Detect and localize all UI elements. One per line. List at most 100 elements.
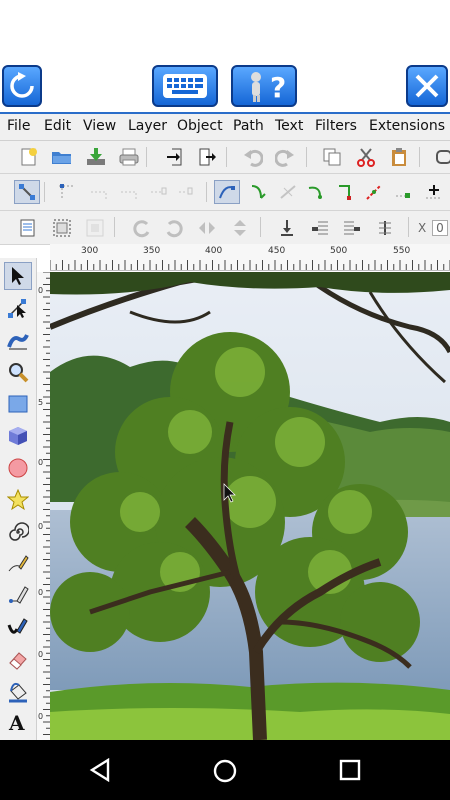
- stroke-to-path-icon[interactable]: [423, 181, 445, 203]
- select-all-layers-icon[interactable]: [51, 217, 73, 239]
- print-icon[interactable]: [118, 146, 140, 168]
- home-icon[interactable]: [212, 758, 238, 784]
- ruler-label: 0: [38, 458, 44, 467]
- drawing-canvas[interactable]: [50, 272, 450, 740]
- node-tool-icon[interactable]: [4, 294, 32, 322]
- lower-icon[interactable]: [309, 217, 331, 239]
- recents-icon[interactable]: [338, 758, 362, 782]
- ruler-label: 5: [38, 398, 44, 407]
- toolbar-separator: [146, 147, 147, 167]
- rectangle-tool-icon[interactable]: [4, 390, 32, 418]
- break-path-icon[interactable]: [148, 181, 170, 203]
- flip-horizontal-icon[interactable]: [196, 217, 218, 239]
- cut-icon[interactable]: [355, 146, 377, 168]
- node-cusp-icon[interactable]: [214, 180, 240, 204]
- x-value: 0: [432, 220, 448, 236]
- join-segment-icon[interactable]: [176, 181, 198, 203]
- toolbar-separator: [408, 217, 409, 237]
- ruler-label: 500: [330, 246, 348, 256]
- 3d-box-tool-icon[interactable]: [4, 422, 32, 450]
- eraser-tool-icon[interactable]: [4, 646, 32, 674]
- ellipse-tool-icon[interactable]: [4, 454, 32, 482]
- calligraphy-tool-icon[interactable]: [4, 614, 32, 642]
- vertical-ruler: 0 5 0 0 0 0 0: [37, 272, 51, 740]
- menu-bar: File Edit View Layer Object Path Text Fi…: [0, 114, 450, 141]
- zoom-fit-icon[interactable]: [432, 146, 450, 168]
- close-button[interactable]: [406, 65, 448, 107]
- navigation-bar: [0, 740, 450, 800]
- menu-object[interactable]: Object: [177, 118, 223, 134]
- tree-lake-image: [50, 272, 450, 740]
- join-nodes-icon[interactable]: [118, 181, 140, 203]
- star-tool-icon[interactable]: [4, 486, 32, 514]
- ruler-label: 0: [38, 588, 44, 597]
- open-folder-icon[interactable]: [51, 146, 73, 168]
- x-coordinate-field[interactable]: X 0: [418, 220, 450, 238]
- segment-curve-icon[interactable]: [363, 181, 385, 203]
- ruler-label: 550: [393, 246, 411, 256]
- node-smooth-icon[interactable]: [248, 181, 270, 203]
- deselect-icon[interactable]: [84, 217, 106, 239]
- new-document-icon[interactable]: [18, 146, 40, 168]
- menu-view[interactable]: View: [83, 118, 116, 134]
- keyboard-icon: [163, 74, 207, 98]
- ruler-label: 300: [81, 246, 99, 256]
- import-icon[interactable]: [164, 146, 186, 168]
- flip-vertical-icon[interactable]: [229, 217, 251, 239]
- node-select-icon[interactable]: [14, 180, 40, 204]
- help-icon: ?: [251, 71, 286, 103]
- node-symmetric-icon[interactable]: [277, 181, 299, 203]
- undo-icon[interactable]: [242, 146, 264, 168]
- menu-file[interactable]: File: [7, 118, 30, 134]
- lower-to-bottom-icon[interactable]: [276, 217, 298, 239]
- keyboard-button[interactable]: [152, 65, 218, 107]
- menu-layer[interactable]: Layer: [128, 118, 167, 134]
- select-all-icon[interactable]: [17, 217, 39, 239]
- redo-icon[interactable]: [274, 146, 296, 168]
- menu-edit[interactable]: Edit: [44, 118, 71, 134]
- toolbox: A: [0, 258, 37, 740]
- object-to-path-icon[interactable]: [392, 181, 414, 203]
- export-icon[interactable]: [196, 146, 218, 168]
- node-toolbar: [0, 174, 450, 211]
- paint-bucket-tool-icon[interactable]: [4, 678, 32, 706]
- svg-text:A: A: [8, 711, 25, 733]
- copy-icon[interactable]: [321, 146, 343, 168]
- commands-toolbar: [0, 141, 450, 174]
- help-button[interactable]: ?: [231, 65, 297, 107]
- menu-extensions[interactable]: Extensions: [369, 118, 445, 134]
- tweak-tool-icon[interactable]: [4, 326, 32, 354]
- toolbar-separator: [306, 147, 307, 167]
- object-toolbar: X 0: [0, 211, 450, 245]
- rotate-ccw-icon[interactable]: [131, 217, 153, 239]
- back-icon[interactable]: [88, 758, 112, 782]
- menu-filters[interactable]: Filters: [315, 118, 357, 134]
- toolbar-separator: [114, 217, 115, 237]
- toolbar-separator: [44, 182, 45, 202]
- insert-node-icon[interactable]: [56, 181, 78, 203]
- zoom-tool-icon[interactable]: [4, 358, 32, 386]
- close-icon: [415, 74, 439, 98]
- node-auto-icon[interactable]: [305, 181, 327, 203]
- delete-node-icon[interactable]: [88, 181, 110, 203]
- ruler-label: 0: [38, 286, 44, 295]
- segment-line-icon[interactable]: [335, 181, 357, 203]
- ruler-label: 450: [268, 246, 286, 256]
- menu-text[interactable]: Text: [275, 118, 303, 134]
- pencil-tool-icon[interactable]: [4, 550, 32, 578]
- rotate-cw-icon[interactable]: [163, 217, 185, 239]
- menu-path[interactable]: Path: [233, 118, 264, 134]
- text-tool-icon[interactable]: A: [4, 708, 32, 736]
- save-icon[interactable]: [85, 146, 107, 168]
- x-label: X: [418, 221, 427, 235]
- pen-tool-icon[interactable]: [4, 582, 32, 610]
- ruler-ticks: [43, 272, 50, 735]
- raise-icon[interactable]: [341, 217, 363, 239]
- svg-text:?: ?: [270, 71, 286, 103]
- ruler-label: 0: [38, 712, 44, 721]
- selector-tool-icon[interactable]: [4, 262, 32, 290]
- raise-to-top-icon[interactable]: [374, 217, 396, 239]
- refresh-button[interactable]: [2, 65, 42, 107]
- paste-icon[interactable]: [388, 146, 410, 168]
- spiral-tool-icon[interactable]: [4, 518, 32, 546]
